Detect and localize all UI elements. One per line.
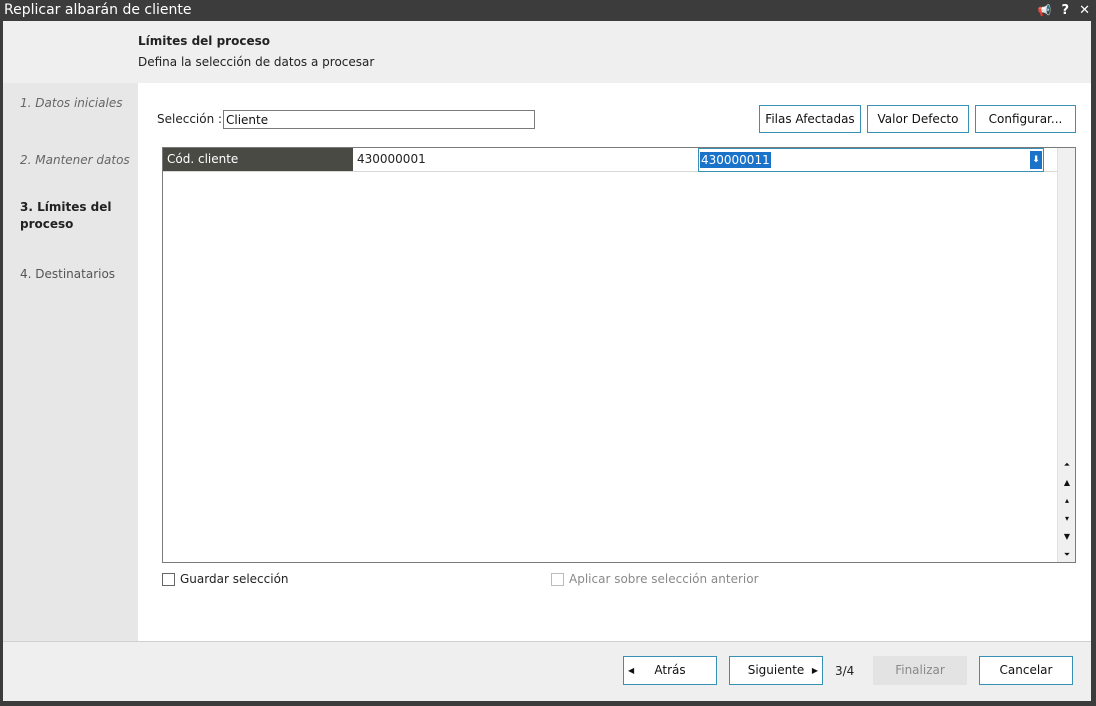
step-datos-iniciales[interactable]: 1. Datos iniciales bbox=[20, 96, 123, 110]
back-button[interactable]: ◀ Atrás bbox=[623, 656, 717, 685]
arrow-down-icon: ⬇ bbox=[1032, 155, 1040, 165]
cancel-button[interactable]: Cancelar bbox=[979, 656, 1073, 685]
configure-button[interactable]: Configurar... bbox=[975, 105, 1076, 133]
main-content: Selección : Filas Afectadas Valor Defect… bbox=[138, 83, 1091, 641]
scroll-last-icon[interactable]: ⏷ bbox=[1060, 547, 1074, 563]
next-label: Siguiente bbox=[747, 663, 805, 677]
page-subtitle: Defina la selección de datos a procesar bbox=[138, 55, 375, 69]
page-title: Límites del proceso bbox=[138, 34, 270, 48]
scroll-down-icon[interactable]: ▾ bbox=[1060, 511, 1074, 527]
scroll-page-up-icon[interactable]: ▲ bbox=[1060, 475, 1074, 491]
default-value-button[interactable]: Valor Defecto bbox=[867, 105, 969, 133]
field-name-cell: Cód. cliente bbox=[163, 148, 353, 171]
wizard-steps: 1. Datos iniciales 2. Mantener datos 3. … bbox=[3, 83, 138, 641]
selection-label: Selección : bbox=[157, 112, 223, 126]
affected-rows-label: Filas Afectadas bbox=[765, 112, 855, 126]
step-label-line2: proceso bbox=[20, 217, 74, 231]
cancel-label: Cancelar bbox=[999, 663, 1053, 677]
next-button[interactable]: Siguiente ▶ bbox=[729, 656, 823, 685]
arrow-right-icon: ▶ bbox=[811, 666, 818, 675]
apply-previous-label: Aplicar sobre selección anterior bbox=[569, 572, 759, 586]
step-label-line1: 3. Límites del bbox=[20, 200, 112, 214]
save-selection-label: Guardar selección bbox=[180, 572, 289, 586]
window-controls: 📢 ? ✕ bbox=[1038, 0, 1090, 21]
help-icon[interactable]: ? bbox=[1062, 0, 1070, 21]
arrow-left-icon: ◀ bbox=[628, 666, 635, 675]
wizard-window: Límites del proceso Defina la selección … bbox=[3, 21, 1091, 701]
selection-input[interactable] bbox=[223, 110, 535, 129]
step-mantener-datos[interactable]: 2. Mantener datos bbox=[20, 153, 130, 167]
save-selection-checkbox[interactable] bbox=[162, 572, 175, 586]
configure-label: Configurar... bbox=[988, 112, 1063, 126]
wizard-header: Límites del proceso Defina la selección … bbox=[3, 21, 1091, 83]
to-value-text: 430000011 bbox=[700, 152, 771, 168]
vertical-scrollbar[interactable]: ⏶ ▲ ▴ ▾ ▼ ⏷ bbox=[1057, 148, 1075, 562]
finish-button: Finalizar bbox=[873, 656, 967, 685]
wizard-footer: ◀ Atrás Siguiente ▶ 3/4 Finalizar Cancel… bbox=[3, 641, 1091, 701]
table-row[interactable]: Cód. cliente 430000001 430000011 ⬇ bbox=[163, 148, 1057, 172]
page-counter: 3/4 bbox=[835, 664, 855, 678]
close-icon[interactable]: ✕ bbox=[1079, 0, 1090, 21]
save-selection-option[interactable]: Guardar selección bbox=[162, 572, 289, 586]
back-label: Atrás bbox=[654, 663, 686, 677]
pin-icon[interactable]: 📢 bbox=[1038, 0, 1052, 21]
scroll-up-icon[interactable]: ▴ bbox=[1060, 493, 1074, 509]
step-limites-proceso[interactable]: 3. Límites del proceso bbox=[20, 199, 112, 233]
affected-rows-button[interactable]: Filas Afectadas bbox=[759, 105, 861, 133]
scroll-first-icon[interactable]: ⏶ bbox=[1060, 457, 1074, 473]
finish-label: Finalizar bbox=[895, 663, 945, 677]
to-value-cell[interactable]: 430000011 ⬇ bbox=[698, 148, 1044, 172]
scroll-page-down-icon[interactable]: ▼ bbox=[1060, 529, 1074, 545]
lookup-button[interactable]: ⬇ bbox=[1030, 151, 1042, 169]
limits-grid[interactable]: Cód. cliente 430000001 430000011 ⬇ ⏶ ▲ ▴… bbox=[162, 147, 1076, 563]
window-title: Replicar albarán de cliente bbox=[4, 2, 192, 18]
step-destinatarios[interactable]: 4. Destinatarios bbox=[20, 267, 115, 281]
window-titlebar: Replicar albarán de cliente 📢 ? ✕ bbox=[0, 0, 1096, 21]
default-value-label: Valor Defecto bbox=[877, 112, 959, 126]
from-value-cell[interactable]: 430000001 bbox=[357, 152, 426, 166]
apply-previous-option: Aplicar sobre selección anterior bbox=[551, 572, 759, 586]
apply-previous-checkbox bbox=[551, 572, 564, 586]
